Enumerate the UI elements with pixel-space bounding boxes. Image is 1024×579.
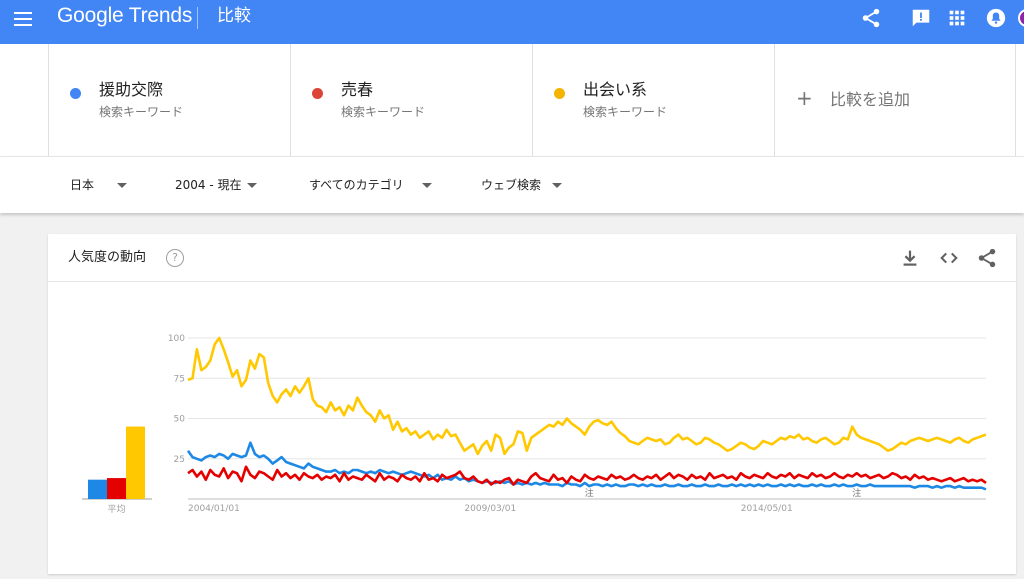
- term-1-color-dot: [70, 88, 81, 99]
- interest-over-time-chart: 100 75 50 25 2004/01/01 2009/03/01 2014/05/01 注…: [82, 334, 987, 515]
- compare-term-1[interactable]: 援助交際 検索キーワード: [48, 44, 290, 156]
- feedback-icon[interactable]: [910, 7, 932, 29]
- average-bar-2: [107, 478, 126, 499]
- app-header: Google Trends 比較: [0, 0, 1024, 44]
- share-icon[interactable]: [860, 7, 882, 29]
- y-tick-label: 50: [174, 415, 186, 425]
- x-tick-label: 2004/01/01: [188, 504, 240, 514]
- menu-icon[interactable]: [14, 12, 32, 26]
- series-line-3: [187, 336, 987, 456]
- note-marker: 注: [585, 487, 594, 499]
- series-line-1: [186, 441, 987, 491]
- notifications-icon[interactable]: [985, 7, 1007, 29]
- term-3-color-dot: [554, 88, 565, 99]
- y-tick-label: 100: [168, 334, 185, 344]
- average-label: 平均: [107, 503, 125, 515]
- category-filter[interactable]: すべてのカテゴリ: [309, 177, 404, 193]
- page-title: 比較: [217, 6, 251, 26]
- y-tick-label: 75: [174, 374, 185, 384]
- series-line-2: [187, 465, 987, 486]
- term-2-name: 売春: [341, 80, 374, 99]
- category-dropdown-icon[interactable]: [422, 183, 432, 188]
- apps-grid-icon[interactable]: [946, 7, 968, 29]
- account-avatar[interactable]: [1018, 9, 1024, 27]
- search-type-filter[interactable]: ウェブ検索: [481, 177, 541, 193]
- region-dropdown-icon[interactable]: [117, 183, 127, 188]
- period-filter[interactable]: 2004 - 現在: [175, 177, 242, 193]
- compare-term-2[interactable]: 売春 検索キーワード: [290, 44, 532, 156]
- term-2-type: 検索キーワード: [341, 105, 426, 119]
- term-3-name: 出会い系: [583, 80, 648, 99]
- header-divider: [197, 7, 198, 29]
- add-comparison-label: 比較を追加: [830, 90, 911, 109]
- app-logo[interactable]: Google Trends: [57, 4, 192, 28]
- search-type-dropdown-icon[interactable]: [552, 183, 562, 188]
- period-dropdown-icon[interactable]: [247, 183, 257, 188]
- term-1-name: 援助交際: [99, 80, 164, 99]
- region-filter[interactable]: 日本: [70, 177, 94, 193]
- filters-bar: 日本 2004 - 現在 すべてのカテゴリ ウェブ検索: [0, 156, 1024, 213]
- x-tick-label: 2014/05/01: [741, 504, 793, 514]
- term-1-type: 検索キーワード: [99, 105, 184, 119]
- term-2-color-dot: [312, 88, 323, 99]
- average-bar-1: [88, 479, 107, 499]
- note-marker: 注: [852, 487, 861, 499]
- add-comparison-button[interactable]: + 比較を追加: [774, 44, 1016, 156]
- average-bar-3: [126, 426, 145, 499]
- x-tick-label: 2009/03/01: [464, 504, 516, 514]
- interest-over-time-card: 人気度の動向 ? 100 75 50 25 2004/01/01 2009/03/01 20…: [48, 234, 1016, 574]
- y-tick-label: 25: [174, 455, 185, 465]
- compare-terms-bar: 援助交際 検索キーワード 売春 検索キーワード 出会い系 検索キーワード + 比…: [0, 44, 1024, 156]
- compare-term-3[interactable]: 出会い系 検索キーワード: [532, 44, 774, 156]
- term-3-type: 検索キーワード: [583, 105, 668, 119]
- plus-icon: +: [796, 86, 813, 110]
